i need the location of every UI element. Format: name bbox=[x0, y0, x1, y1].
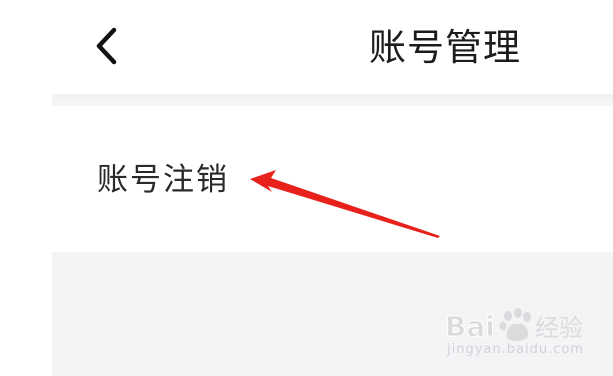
watermark-url: jingyan.baidu.com bbox=[447, 342, 584, 357]
baidu-jingyan-logo-icon: Bai 经验 bbox=[445, 308, 583, 344]
svg-text:经验: 经验 bbox=[535, 314, 583, 342]
svg-text:Bai: Bai bbox=[445, 310, 495, 343]
account-management-screen: 账号管理 账号注销 Bai 经验 jingyan.baidu.com bbox=[0, 0, 613, 376]
watermark: Bai 经验 jingyan.baidu.com bbox=[445, 304, 585, 364]
